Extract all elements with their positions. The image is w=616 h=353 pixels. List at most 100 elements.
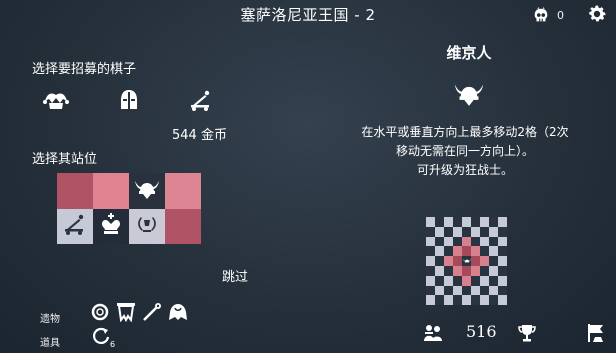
viking-helmet-icon (134, 178, 160, 204)
board-cell (444, 285, 453, 296)
board-cell (453, 285, 462, 296)
knight-helmet-icon[interactable] (116, 88, 142, 112)
placement-cell[interactable] (93, 173, 129, 209)
board-cell (489, 285, 498, 296)
placement-cell[interactable] (129, 173, 165, 209)
board-cell (426, 265, 435, 276)
board-cell (471, 285, 480, 296)
board-cell (453, 246, 462, 257)
gold-amount: 544 金币 (172, 128, 227, 143)
board-cell (471, 226, 480, 237)
board-cell (480, 295, 489, 306)
board-cell (462, 246, 471, 257)
description-line: 可升级为狂战士。 (416, 163, 513, 177)
board-cell (489, 246, 498, 257)
flag-icon[interactable] (584, 322, 608, 344)
board-cell (444, 236, 453, 247)
board-cell (444, 256, 453, 266)
army-icon[interactable] (421, 322, 445, 344)
gold-counter: 516 (466, 322, 497, 341)
board-cell (498, 256, 507, 266)
placement-cell[interactable] (57, 173, 93, 209)
movement-preview-board (426, 217, 507, 306)
catapult-icon (62, 213, 88, 239)
settings-gear-icon[interactable] (585, 2, 609, 26)
board-cell (444, 246, 453, 257)
skip-button[interactable]: 跳过 (222, 266, 248, 285)
board-cell (462, 265, 471, 276)
piece-description: 在水平或垂直方向上最多移动2格（2次 移动无需在同一方向上）。 可升级为狂战士。 (330, 123, 600, 180)
board-cell (498, 246, 507, 257)
cloak-icon[interactable] (166, 301, 190, 323)
board-cell (498, 226, 507, 237)
board-cell (444, 226, 453, 237)
description-line: 移动无需在同一方向上）。 (395, 144, 534, 158)
board-cell (435, 256, 444, 266)
game-screen: 塞萨洛尼亚王国 - 2 0 选择要招募的棋子 544 金币 选择其站位 跳过 遗… (0, 0, 616, 353)
board-cell (462, 275, 471, 286)
jester-icon[interactable] (42, 88, 70, 112)
board-cell (480, 226, 489, 237)
trophy-icon[interactable] (516, 322, 538, 344)
board-cell (444, 295, 453, 306)
catapult-icon[interactable] (188, 88, 214, 112)
board-cell (480, 285, 489, 296)
board-cell (435, 265, 444, 276)
board-cell (444, 265, 453, 276)
board-cell (498, 265, 507, 276)
placement-heading: 选择其站位 (32, 152, 98, 167)
board-cell (453, 217, 462, 227)
board-cell (453, 226, 462, 237)
board-cell (462, 285, 471, 296)
board-cell (435, 226, 444, 237)
placement-cell[interactable] (165, 208, 201, 244)
board-cell (471, 217, 480, 227)
placement-cell[interactable] (57, 208, 93, 244)
board-cell (480, 256, 489, 266)
staff-icon[interactable] (140, 301, 164, 323)
skull-icon (530, 5, 552, 27)
board-cell (453, 256, 462, 266)
board-cell (435, 236, 444, 247)
placement-cell[interactable] (165, 173, 201, 209)
board-cell (426, 226, 435, 237)
board-cell (435, 295, 444, 306)
board-cell (435, 275, 444, 286)
placement-cell[interactable] (93, 208, 129, 244)
board-cell (489, 295, 498, 306)
relics-label: 遗物 (40, 314, 60, 325)
board-cell (480, 246, 489, 257)
board-cell (489, 275, 498, 286)
board-cell (498, 295, 507, 306)
board-cell (426, 295, 435, 306)
board-cell (462, 226, 471, 237)
board-cell (471, 295, 480, 306)
board-cell (462, 236, 471, 247)
board-cell (489, 226, 498, 237)
board-cell (444, 275, 453, 286)
board-cell (480, 217, 489, 227)
board-cell (471, 256, 480, 266)
board-cell (426, 217, 435, 227)
board-cell (453, 236, 462, 247)
board-cell (480, 275, 489, 286)
board-cell (444, 217, 453, 227)
recruit-heading: 选择要招募的棋子 (32, 62, 137, 77)
board-cell (489, 217, 498, 227)
board-cell (471, 246, 480, 257)
ring-icon[interactable] (89, 301, 111, 323)
banner-icon[interactable] (114, 301, 138, 323)
board-cell (471, 265, 480, 276)
board-cell (426, 236, 435, 247)
board-cell (435, 217, 444, 227)
refresh-icon[interactable] (90, 325, 112, 347)
board-cell (471, 275, 480, 286)
placement-board (57, 173, 201, 244)
placement-cell[interactable] (129, 208, 165, 244)
board-cell (426, 256, 435, 266)
board-cell (453, 295, 462, 306)
board-cell (426, 246, 435, 257)
board-cell (453, 265, 462, 276)
board-cell (462, 217, 471, 227)
description-line: 在水平或垂直方向上最多移动2格（2次 (361, 125, 569, 139)
